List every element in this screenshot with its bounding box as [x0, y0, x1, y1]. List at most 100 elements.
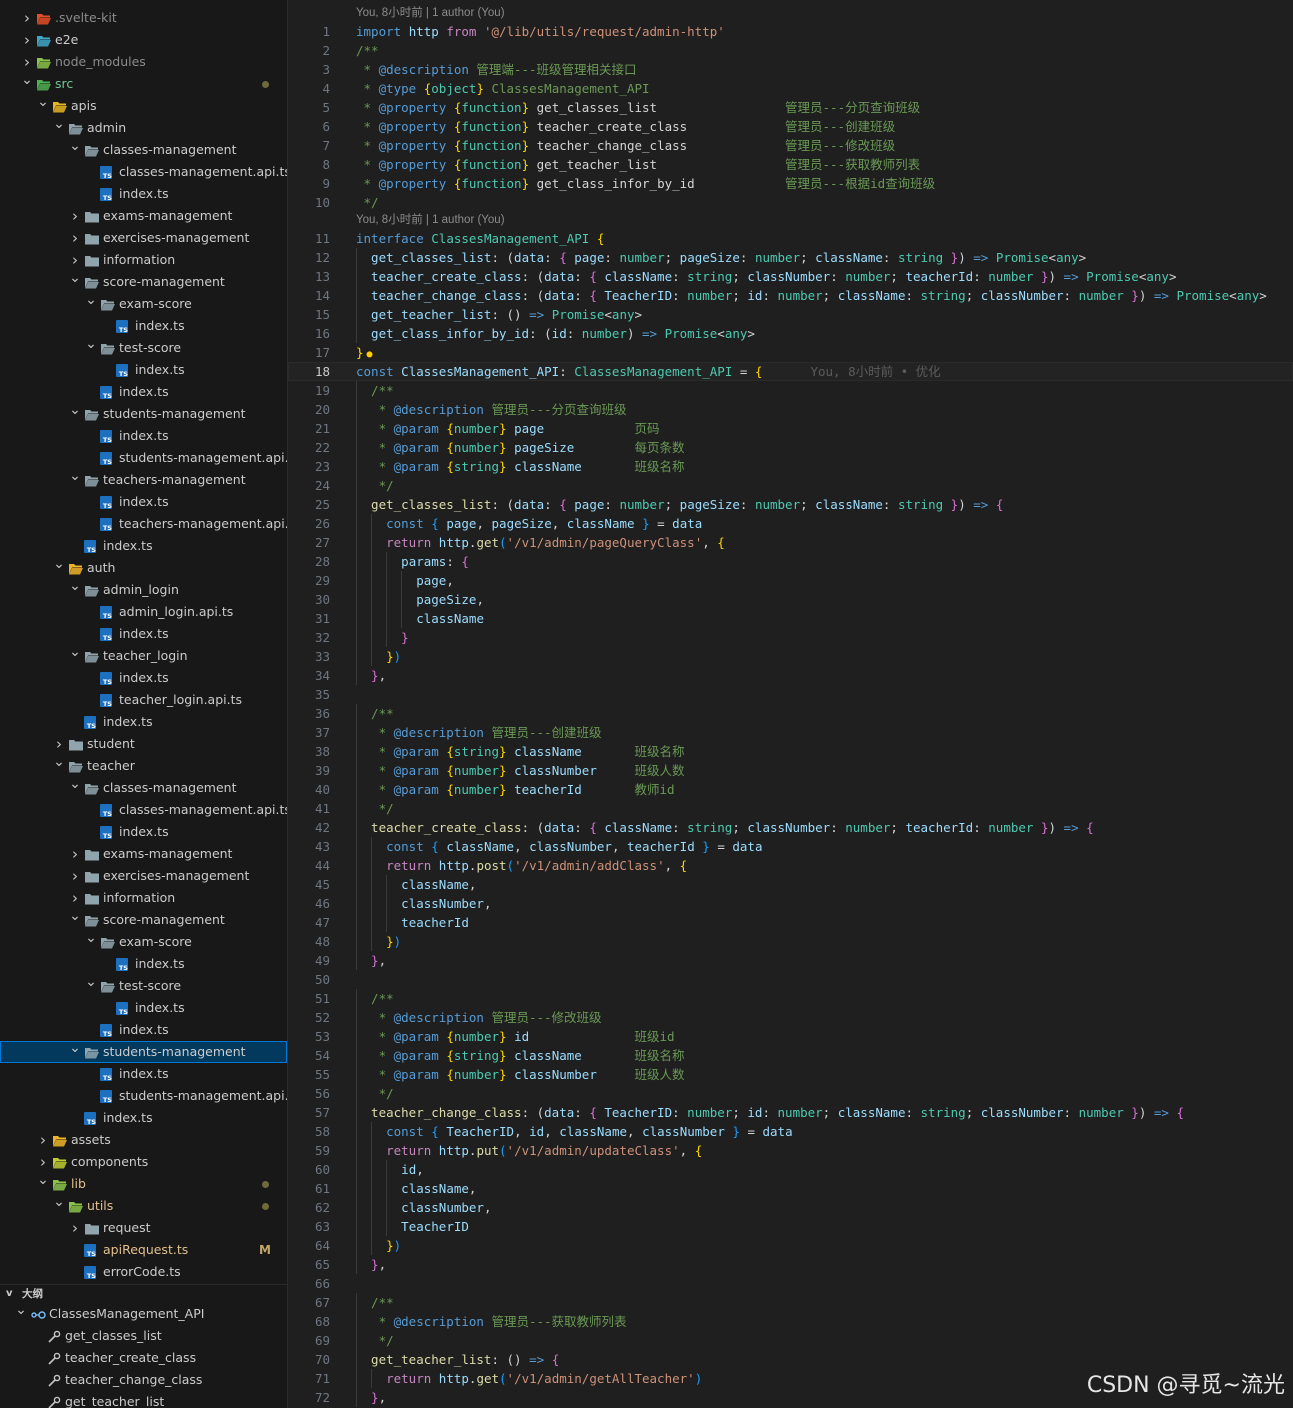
- code-line[interactable]: 32}: [288, 628, 1293, 647]
- code-line[interactable]: 30 pageSize,: [288, 590, 1293, 609]
- code-line[interactable]: 8 * @property {function} get_teacher_lis…: [288, 155, 1293, 174]
- tree-folder-item[interactable]: ⌄ teachers-management: [0, 469, 287, 491]
- chevron-right-icon[interactable]: ›: [36, 1129, 50, 1151]
- code-line[interactable]: 23 * @param {string} className 班级名称: [288, 457, 1293, 476]
- tree-folder-item[interactable]: get_classes_list: [0, 1325, 287, 1347]
- tree-folder-item[interactable]: › assets: [0, 1129, 287, 1151]
- code-line[interactable]: 12 get_classes_list: (data: { page: numbe…: [288, 248, 1293, 267]
- tree-file-item[interactable]: TS students-management.api.ts: [0, 447, 287, 469]
- tree-file-item[interactable]: TS index.ts: [0, 381, 287, 403]
- code-line[interactable]: 33}): [288, 647, 1293, 666]
- tree-folder-item[interactable]: ⌄ teacher: [0, 755, 287, 777]
- code-line[interactable]: 51 /**: [288, 989, 1293, 1008]
- code-line[interactable]: 20 * @description 管理员---分页查询班级: [288, 400, 1293, 419]
- tree-file-item[interactable]: TS index.ts: [0, 359, 287, 381]
- code-line[interactable]: 28 params: {: [288, 552, 1293, 571]
- tree-folder-item[interactable]: teacher_create_class: [0, 1347, 287, 1369]
- code-line[interactable]: 49},: [288, 951, 1293, 970]
- tree-file-item[interactable]: TS teacher_login.api.ts: [0, 689, 287, 711]
- chevron-right-icon[interactable]: ›: [68, 227, 82, 249]
- code-line[interactable]: 10 */: [288, 193, 1293, 212]
- tree-folder-item[interactable]: ⌄ classes-management: [0, 777, 287, 799]
- code-line[interactable]: 35: [288, 685, 1293, 704]
- chevron-right-icon[interactable]: ›: [68, 887, 82, 909]
- code-line[interactable]: 40 * @param {number} teacherId 教师id: [288, 780, 1293, 799]
- git-blame-annotation[interactable]: You, 8小时前 | 1 author (You): [288, 212, 1293, 229]
- tree-file-item[interactable]: TS index.ts: [0, 623, 287, 645]
- chevron-down-icon[interactable]: ⌄: [36, 95, 50, 117]
- tree-folder-item[interactable]: › exams-management: [0, 205, 287, 227]
- tree-folder-item[interactable]: ⌄ lib: [0, 1173, 287, 1195]
- lightbulb-icon[interactable]: ●: [367, 349, 373, 360]
- tree-folder-item[interactable]: ⌄ students-management: [0, 1041, 287, 1063]
- tree-file-item[interactable]: TS errorCode.ts: [0, 1261, 287, 1283]
- tree-file-item[interactable]: TS index.ts: [0, 953, 287, 975]
- code-line[interactable]: 68 * @description 管理员---获取教师列表: [288, 1312, 1293, 1331]
- code-line[interactable]: 64}): [288, 1236, 1293, 1255]
- chevron-right-icon[interactable]: ›: [68, 249, 82, 271]
- code-line[interactable]: 55 * @param {number} classNumber 班级人数: [288, 1065, 1293, 1084]
- code-line[interactable]: 67 /**: [288, 1293, 1293, 1312]
- code-line[interactable]: 26 const { page, pageSize, className } = …: [288, 514, 1293, 533]
- tree-folder-item[interactable]: ⌄ admin: [0, 117, 287, 139]
- chevron-right-icon[interactable]: ›: [52, 733, 66, 755]
- code-line[interactable]: 62 classNumber,: [288, 1198, 1293, 1217]
- tree-folder-item[interactable]: › exercises-management: [0, 227, 287, 249]
- tree-file-item[interactable]: TS index.ts: [0, 997, 287, 1019]
- code-line[interactable]: 25 get_classes_list: (data: { page: numbe…: [288, 495, 1293, 514]
- tree-folder-item[interactable]: ⌄ exam-score: [0, 931, 287, 953]
- chevron-right-icon[interactable]: ›: [20, 7, 34, 29]
- outline-header[interactable]: v 大纲: [0, 1284, 287, 1303]
- tree-folder-item[interactable]: ⌄ students-management: [0, 403, 287, 425]
- code-line[interactable]: 36 /**: [288, 704, 1293, 723]
- chevron-right-icon[interactable]: ›: [68, 865, 82, 887]
- tree-folder-item[interactable]: ⌄ score-management: [0, 909, 287, 931]
- tree-file-item[interactable]: TS classes-management.api.ts: [0, 161, 287, 183]
- tree-folder-item[interactable]: › information: [0, 887, 287, 909]
- tree-folder-item[interactable]: get_teacher_list: [0, 1391, 287, 1408]
- tree-file-item[interactable]: TS index.ts: [0, 667, 287, 689]
- code-line[interactable]: 34},: [288, 666, 1293, 685]
- code-line[interactable]: 9 * @property {function} get_class_infor…: [288, 174, 1293, 193]
- tree-file-item[interactable]: TS admin_login.api.ts: [0, 601, 287, 623]
- chevron-down-icon[interactable]: ⌄: [84, 337, 98, 359]
- tree-folder-item[interactable]: › information: [0, 249, 287, 271]
- chevron-down-icon[interactable]: ⌄: [84, 931, 98, 953]
- tree-file-item[interactable]: TS index.ts: [0, 491, 287, 513]
- chevron-down-icon[interactable]: ⌄: [14, 1303, 28, 1325]
- code-line[interactable]: 43 const { className, classNumber, teache…: [288, 837, 1293, 856]
- code-line[interactable]: 24 */: [288, 476, 1293, 495]
- tree-folder-item[interactable]: › components: [0, 1151, 287, 1173]
- tree-folder-item[interactable]: ⌄ ClassesManagement_API: [0, 1303, 287, 1325]
- tree-folder-item[interactable]: ⌄ test-score: [0, 337, 287, 359]
- chevron-down-icon[interactable]: ⌄: [20, 73, 34, 95]
- code-line[interactable]: 52 * @description 管理员---修改班级: [288, 1008, 1293, 1027]
- tree-folder-item[interactable]: ⌄ admin_login: [0, 579, 287, 601]
- code-line[interactable]: 54 * @param {string} className 班级名称: [288, 1046, 1293, 1065]
- tree-folder-item[interactable]: ⌄ classes-management: [0, 139, 287, 161]
- code-line[interactable]: 13 teacher_create_class: (data: { classNa…: [288, 267, 1293, 286]
- code-line[interactable]: 39 * @param {number} classNumber 班级人数: [288, 761, 1293, 780]
- code-line[interactable]: 57 teacher_change_class: (data: { Teacher…: [288, 1103, 1293, 1122]
- tree-file-item[interactable]: TS index.ts: [0, 183, 287, 205]
- chevron-right-icon[interactable]: ›: [20, 29, 34, 51]
- tree-file-item[interactable]: TS students-management.api.ts: [0, 1085, 287, 1107]
- chevron-down-icon[interactable]: ⌄: [84, 293, 98, 315]
- chevron-down-icon[interactable]: ⌄: [52, 755, 66, 777]
- code-line[interactable]: 38 * @param {string} className 班级名称: [288, 742, 1293, 761]
- code-line[interactable]: 58 const { TeacherID, id, className, clas…: [288, 1122, 1293, 1141]
- tree-folder-item[interactable]: ⌄ apis: [0, 95, 287, 117]
- code-line[interactable]: 18 const ClassesManagement_API: ClassesMa…: [288, 362, 1293, 381]
- tree-folder-item[interactable]: › e2e: [0, 29, 287, 51]
- chevron-down-icon[interactable]: ⌄: [52, 1195, 66, 1217]
- code-line[interactable]: 27 return http.get('/v1/admin/pageQueryCl…: [288, 533, 1293, 552]
- chevron-down-icon[interactable]: ⌄: [84, 975, 98, 997]
- tree-file-item[interactable]: TS index.ts: [0, 1063, 287, 1085]
- code-line[interactable]: 4 * @type {object} ClassesManagement_API: [288, 79, 1293, 98]
- code-line[interactable]: 21 * @param {number} page 页码: [288, 419, 1293, 438]
- code-line[interactable]: 50: [288, 970, 1293, 989]
- tree-folder-item[interactable]: ⌄ exam-score: [0, 293, 287, 315]
- tree-file-item[interactable]: TS index.ts: [0, 535, 287, 557]
- code-line[interactable]: 46 classNumber,: [288, 894, 1293, 913]
- chevron-right-icon[interactable]: ›: [36, 1151, 50, 1173]
